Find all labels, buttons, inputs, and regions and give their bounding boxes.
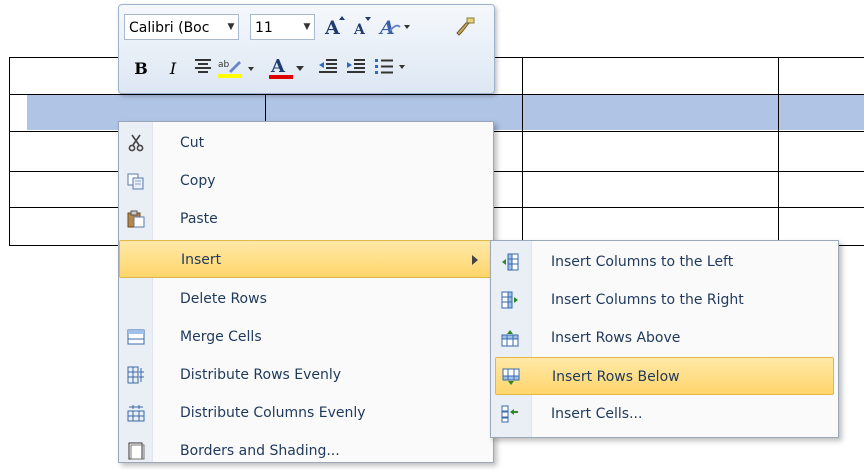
menu-item-label: Insert — [181, 252, 222, 268]
submenu-item-label: Insert Rows Below — [552, 369, 680, 385]
insert-row-below-icon — [502, 368, 520, 386]
menu-item-distribute-columns[interactable]: Distribute Columns Evenly — [119, 394, 493, 432]
svg-text:A: A — [353, 22, 366, 37]
menu-item-label: Distribute Columns Evenly — [180, 405, 366, 421]
chevron-down-icon[interactable]: ▼ — [299, 14, 315, 40]
shrink-font-icon[interactable]: A — [350, 15, 374, 39]
submenu-item-insert-rows-below[interactable]: Insert Rows Below — [495, 357, 834, 395]
copy-icon — [127, 172, 145, 190]
menu-item-cut[interactable]: Cut — [119, 124, 493, 162]
scissors-icon — [127, 134, 145, 152]
menu-item-label: Distribute Rows Evenly — [180, 367, 342, 383]
menu-item-merge-cells[interactable]: Merge Cells — [119, 318, 493, 356]
font-color-swatch — [269, 75, 293, 79]
italic-button[interactable]: I — [163, 57, 183, 81]
text-highlight-icon[interactable]: ab — [217, 57, 259, 81]
insert-submenu: Insert Columns to the Left Insert Column… — [490, 240, 839, 438]
clipboard-icon — [127, 210, 145, 228]
menu-item-insert[interactable]: Insert — [119, 240, 493, 278]
submenu-item-label: Insert Cells... — [551, 406, 643, 422]
menu-item-distribute-rows[interactable]: Distribute Rows Evenly — [119, 356, 493, 394]
menu-item-paste[interactable]: Paste — [119, 200, 493, 238]
insert-column-right-icon — [501, 291, 519, 309]
styles-icon[interactable]: A — [378, 15, 412, 39]
chevron-down-icon[interactable]: ▼ — [223, 14, 239, 40]
table-border — [522, 57, 523, 246]
table-border — [9, 57, 10, 246]
distribute-rows-icon — [127, 366, 145, 384]
font-name-value: Calibri (Boc — [129, 20, 210, 36]
menu-item-label: Merge Cells — [180, 329, 262, 345]
submenu-item-label: Insert Columns to the Right — [551, 292, 744, 308]
menu-item-label: Borders and Shading... — [180, 443, 340, 459]
bullets-icon[interactable] — [373, 57, 411, 81]
menu-item-label: Paste — [180, 211, 218, 227]
svg-text:ab: ab — [218, 60, 230, 70]
menu-item-borders-shading[interactable]: Borders and Shading... — [119, 432, 493, 470]
submenu-arrow-icon — [472, 255, 478, 265]
submenu-item-label: Insert Rows Above — [551, 330, 681, 346]
center-align-icon[interactable] — [191, 57, 215, 81]
increase-indent-icon[interactable] — [343, 57, 369, 81]
table-border — [9, 94, 864, 95]
submenu-item-label: Insert Columns to the Left — [551, 254, 734, 270]
decrease-indent-icon[interactable] — [315, 57, 341, 81]
merge-cells-icon — [127, 328, 145, 346]
menu-item-copy[interactable]: Copy — [119, 162, 493, 200]
svg-text:A: A — [324, 17, 340, 37]
font-name-box[interactable]: Calibri (Boc — [124, 14, 239, 40]
menu-item-delete-rows[interactable]: Delete Rows — [119, 280, 493, 318]
grow-font-icon[interactable]: A — [321, 15, 347, 39]
mini-toolbar: Calibri (Boc ▼ 11 ▼ A A A B I ab A — [118, 4, 495, 94]
menu-item-label: Delete Rows — [180, 291, 267, 307]
menu-item-label: Copy — [180, 173, 216, 189]
bold-button[interactable]: B — [131, 57, 151, 81]
borders-shading-icon — [127, 442, 145, 460]
distribute-columns-icon — [127, 404, 145, 422]
insert-cells-icon — [501, 405, 519, 423]
submenu-item-insert-rows-above[interactable]: Insert Rows Above — [491, 319, 836, 357]
submenu-item-insert-columns-left[interactable]: Insert Columns to the Left — [491, 243, 836, 281]
submenu-item-insert-cells[interactable]: Insert Cells... — [491, 395, 836, 433]
menu-item-label: Cut — [180, 135, 205, 151]
font-color-button[interactable]: A — [267, 56, 309, 81]
font-size-value: 11 — [255, 20, 273, 36]
table-border — [778, 57, 779, 246]
format-painter-icon[interactable] — [452, 15, 478, 39]
submenu-item-insert-columns-right[interactable]: Insert Columns to the Right — [491, 281, 836, 319]
bold-label: B — [134, 59, 148, 78]
insert-row-above-icon — [501, 329, 519, 347]
context-menu: Cut Copy Paste Insert Delete Rows Merge … — [118, 121, 494, 463]
insert-column-left-icon — [501, 253, 519, 271]
italic-label: I — [169, 59, 177, 78]
